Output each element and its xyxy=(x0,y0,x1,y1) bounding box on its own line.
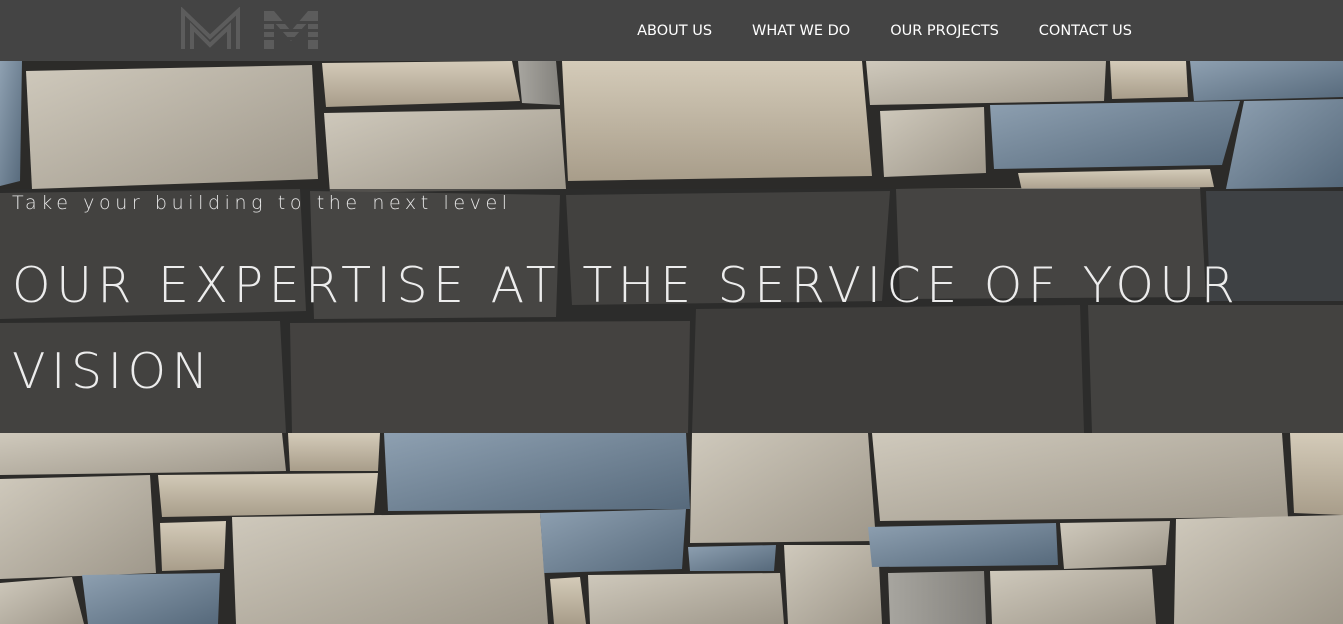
top-navbar: ABOUT US WHAT WE DO OUR PROJECTS CONTACT… xyxy=(0,0,1343,61)
mm-monogram-logo-icon xyxy=(181,7,318,49)
hero-tagline: Take your building to the next level xyxy=(12,192,512,214)
hero-section: Take your building to the next level OUR… xyxy=(0,61,1343,624)
nav-contact-us[interactable]: CONTACT US xyxy=(1039,23,1132,39)
nav-what-we-do[interactable]: WHAT WE DO xyxy=(752,23,850,39)
hero-headline: OUR EXPERTISE AT THE SERVICE OF YOUR VIS… xyxy=(12,257,1241,400)
main-nav: ABOUT US WHAT WE DO OUR PROJECTS CONTACT… xyxy=(637,0,1132,61)
nav-our-projects[interactable]: OUR PROJECTS xyxy=(890,23,999,39)
nav-about-us[interactable]: ABOUT US xyxy=(637,23,712,39)
site-logo[interactable] xyxy=(180,7,320,51)
